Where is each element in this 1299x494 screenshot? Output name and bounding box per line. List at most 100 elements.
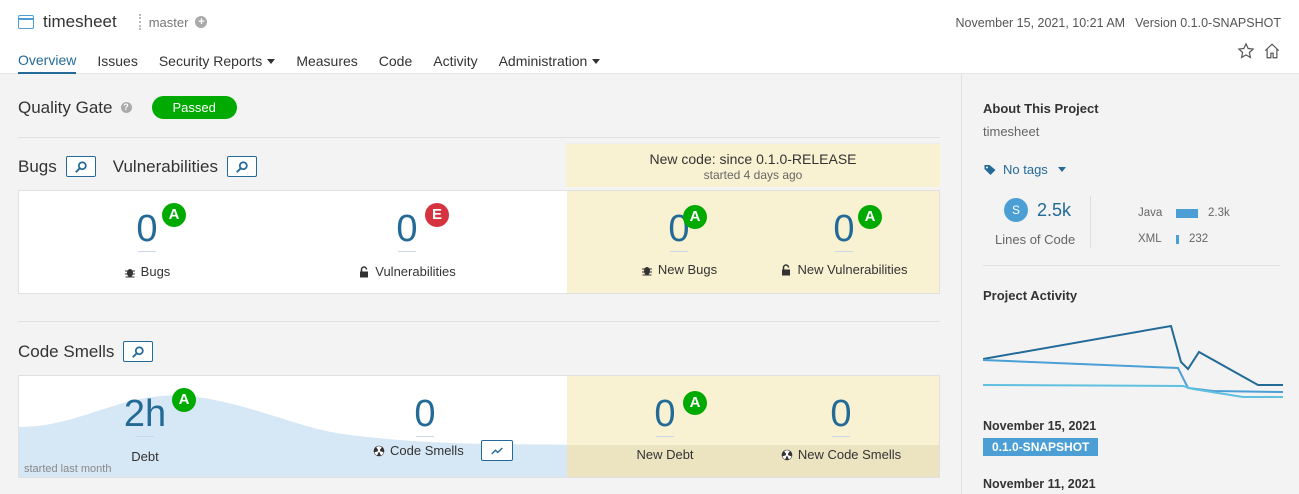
tag-icon <box>984 164 996 175</box>
code-smells-history-button[interactable] <box>480 440 513 461</box>
new-code-smells-metric[interactable]: 0 New Code Smells <box>761 394 921 462</box>
tags-dropdown[interactable]: No tags <box>983 162 1066 177</box>
new-vulnerabilities-label: New Vulnerabilities <box>797 262 908 277</box>
lines-of-code-label: Lines of Code <box>995 232 1076 247</box>
language-bar <box>1176 208 1198 218</box>
vulnerabilities-value[interactable]: 0 <box>337 209 477 249</box>
quality-gate: Quality Gate ? Passed <box>18 96 237 119</box>
code-smells-section-title: Code Smells <box>18 341 154 362</box>
tab-overview[interactable]: Overview <box>18 52 77 74</box>
tab-activity[interactable]: Activity <box>433 52 477 74</box>
bug-icon <box>124 268 135 277</box>
analysis-date: November 15, 2021, 10:21 AM <box>955 16 1126 30</box>
help-icon[interactable]: ? <box>120 102 132 113</box>
new-vulnerabilities-value[interactable]: 0 <box>764 209 924 249</box>
code-smells-label: Code Smells <box>390 443 464 458</box>
radiation-icon <box>373 445 385 456</box>
branch-icon <box>138 14 141 30</box>
new-debt-metric[interactable]: 0 New Debt <box>595 394 735 462</box>
activity-graph[interactable] <box>983 312 1283 412</box>
search-icon <box>132 345 145 358</box>
bugs-label: Bugs <box>140 264 171 279</box>
branch-name[interactable]: master <box>149 15 189 30</box>
new-bugs-label: New Bugs <box>657 262 718 277</box>
bugs-metric[interactable]: 0 Bugs <box>77 209 217 279</box>
language-bar <box>1176 234 1179 244</box>
activity-event-date: November 15, 2021 <box>983 419 1097 433</box>
project-name[interactable]: timesheet <box>43 12 117 32</box>
code-smells-value[interactable]: 0 <box>355 394 495 434</box>
new-code-smells-value[interactable]: 0 <box>761 394 921 434</box>
new-code-smells-label: New Code Smells <box>797 447 902 462</box>
language-value: 232 <box>1189 233 1209 245</box>
tags-label: No tags <box>1003 162 1048 177</box>
size-rating: S <box>1004 198 1028 222</box>
search-icon <box>236 160 248 173</box>
language-name: Java <box>1138 207 1163 219</box>
bugs-section-title: Bugs Vulnerabilities <box>18 156 257 177</box>
new-vulnerabilities-metric[interactable]: 0 New Vulnerabilities <box>764 209 924 277</box>
debt-rating[interactable]: A <box>172 388 196 412</box>
tab-security-reports[interactable]: Security Reports <box>159 52 276 74</box>
activity-event-date: November 11, 2021 <box>983 477 1096 491</box>
language-row: XML 232 <box>1138 233 1208 245</box>
lock-icon <box>360 265 369 277</box>
tab-code[interactable]: Code <box>379 52 412 74</box>
star-icon[interactable] <box>1237 42 1255 60</box>
new-debt-label: New Debt <box>636 447 694 462</box>
tab-administration[interactable]: Administration <box>499 52 601 74</box>
new-code-title: New code: since 0.1.0-RELEASE <box>649 151 857 167</box>
tab-measures[interactable]: Measures <box>296 52 357 74</box>
code-smells-search-button[interactable] <box>123 341 154 362</box>
new-debt-value[interactable]: 0 <box>595 394 735 434</box>
radiation-icon <box>781 449 793 460</box>
search-icon <box>74 160 87 173</box>
lock-icon <box>782 263 791 275</box>
quality-gate-status-badge: Passed <box>151 96 237 119</box>
overview-main: Quality Gate ? Passed Bugs Vulnerabiliti… <box>0 74 961 494</box>
project-sidebar: About This Project timesheet No tags S 2… <box>961 74 1299 494</box>
bug-icon <box>641 266 652 275</box>
chevron-down-icon <box>1057 167 1066 172</box>
chevron-down-icon <box>592 58 601 64</box>
code-smells-card: started last month 2h Debt A 0 Code Smel… <box>18 375 940 478</box>
about-project-name: timesheet <box>983 124 1040 139</box>
add-branch-icon[interactable]: + <box>195 16 208 28</box>
bugs-value[interactable]: 0 <box>77 209 217 249</box>
new-bugs-value[interactable]: 0 <box>609 209 749 249</box>
vulnerabilities-search-button[interactable] <box>226 156 257 177</box>
project-header: timesheet master + November 15, 2021, 10… <box>0 0 1299 74</box>
about-title: About This Project <box>983 101 1099 116</box>
language-name: XML <box>1138 233 1162 245</box>
project-icon <box>18 15 34 29</box>
activity-title: Project Activity <box>983 288 1078 303</box>
new-code-subtitle: started 4 days ago <box>703 168 803 182</box>
new-bugs-rating[interactable]: A <box>683 205 707 229</box>
code-smells-metric[interactable]: 0 <box>355 394 495 437</box>
divider <box>18 321 940 322</box>
language-value: 2.3k <box>1208 207 1230 219</box>
project-version: Version 0.1.0-SNAPSHOT <box>1135 16 1281 30</box>
quality-gate-title: Quality Gate <box>18 97 113 117</box>
trend-chart-icon <box>490 447 503 454</box>
analysis-meta: November 15, 2021, 10:21 AM Version 0.1.… <box>956 16 1281 30</box>
vulnerabilities-rating[interactable]: E <box>425 203 449 227</box>
home-icon[interactable] <box>1263 42 1281 60</box>
project-nav: Overview Issues Security Reports Measure… <box>18 52 621 74</box>
version-badge: 0.1.0-SNAPSHOT <box>983 438 1099 456</box>
new-vulnerabilities-rating[interactable]: A <box>858 205 882 229</box>
new-debt-rating[interactable]: A <box>683 391 707 415</box>
bugs-rating[interactable]: A <box>162 203 186 227</box>
debt-label: Debt <box>131 449 159 464</box>
vulnerabilities-metric[interactable]: 0 Vulnerabilities <box>337 209 477 279</box>
lines-of-code-value[interactable]: 2.5k <box>1037 200 1071 221</box>
tab-issues[interactable]: Issues <box>97 52 137 74</box>
bugs-search-button[interactable] <box>65 156 96 177</box>
vulnerabilities-label: Vulnerabilities <box>375 264 456 279</box>
new-bugs-metric[interactable]: 0 New Bugs <box>609 209 749 277</box>
debt-chart-caption: started last month <box>24 463 112 475</box>
bugs-vulnerabilities-card: 0 Bugs A 0 Vulnerabilities E 0 New Bugs <box>18 190 940 294</box>
header-actions <box>1237 42 1281 60</box>
new-code-period: New code: since 0.1.0-RELEASE started 4 … <box>566 143 940 187</box>
project-breadcrumb: timesheet master + <box>18 12 208 32</box>
